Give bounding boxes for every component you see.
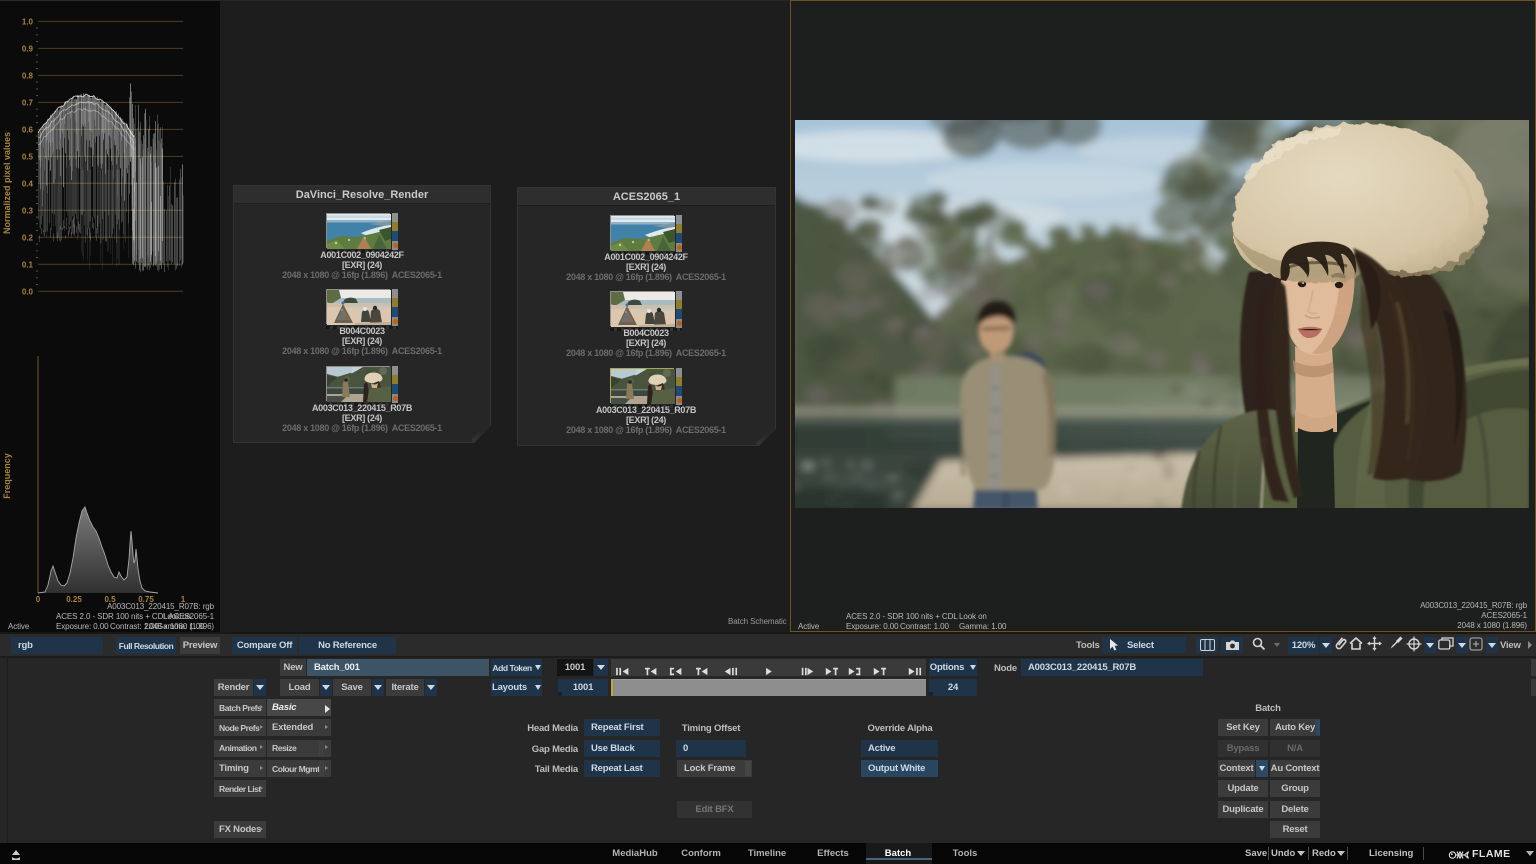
svg-text:Normalized pixel values: Normalized pixel values xyxy=(2,132,12,234)
svg-text:0: 0 xyxy=(36,595,41,604)
svg-text:0.8: 0.8 xyxy=(22,71,34,80)
svg-text:0.25: 0.25 xyxy=(66,595,82,604)
svg-text:Frequency: Frequency xyxy=(2,453,12,499)
svg-text:0.9: 0.9 xyxy=(22,44,34,53)
svg-text:0.0: 0.0 xyxy=(22,287,34,296)
svg-text:0.4: 0.4 xyxy=(22,179,34,188)
svg-text:0.3: 0.3 xyxy=(22,206,34,215)
svg-text:0.7: 0.7 xyxy=(22,98,34,107)
svg-text:0.2: 0.2 xyxy=(22,233,34,242)
svg-text:0.1: 0.1 xyxy=(22,260,34,269)
svg-text:1.0: 1.0 xyxy=(22,17,34,26)
svg-text:0.5: 0.5 xyxy=(22,152,34,161)
svg-text:0.6: 0.6 xyxy=(22,125,34,134)
